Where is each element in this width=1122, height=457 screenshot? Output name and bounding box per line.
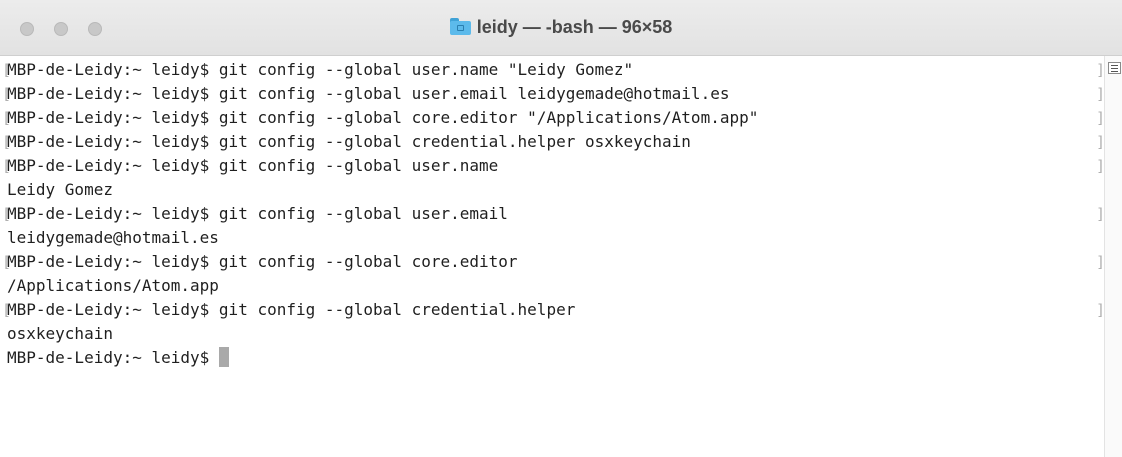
window-title: leidy — -bash — 96×58: [476, 17, 673, 37]
line-mark: [: [2, 157, 12, 175]
line-mark: [: [2, 85, 12, 103]
terminal-line: MBP-de-Leidy:~ leidy$ git config --globa…: [7, 60, 634, 79]
terminal-line: MBP-de-Leidy:~ leidy$ git config --globa…: [7, 108, 759, 127]
line-mark: [: [2, 205, 12, 223]
line-mark: [: [2, 61, 12, 79]
terminal-line: MBP-de-Leidy:~ leidy$ git config --globa…: [7, 132, 691, 151]
line-mark: [: [2, 109, 12, 127]
title-bar[interactable]: leidy — -bash — 96×58: [0, 0, 1122, 56]
terminal-line: MBP-de-Leidy:~ leidy$ git config --globa…: [7, 84, 730, 103]
terminal-prompt-line[interactable]: MBP-de-Leidy:~ leidy$: [7, 346, 229, 370]
marks-list-icon[interactable]: [1108, 62, 1121, 74]
line-mark: [: [2, 133, 12, 151]
home-folder-icon: [449, 17, 471, 35]
terminal-output-line: leidygemade@hotmail.es: [7, 228, 219, 247]
terminal-line: MBP-de-Leidy:~ leidy$ git config --globa…: [7, 156, 499, 175]
line-mark: [: [2, 253, 12, 271]
terminal-content[interactable]: MBP-de-Leidy:~ leidy$ git config --globa…: [0, 56, 1105, 457]
line-mark: [: [2, 301, 12, 319]
text-cursor: [218, 347, 229, 367]
terminal-line: MBP-de-Leidy:~ leidy$ git config --globa…: [7, 204, 508, 223]
window-title-area: leidy — -bash — 96×58: [0, 17, 1122, 41]
vertical-scrollbar[interactable]: [1104, 56, 1122, 457]
terminal-output-line: Leidy Gomez: [7, 180, 113, 199]
terminal-line: MBP-de-Leidy:~ leidy$ git config --globa…: [7, 300, 576, 319]
terminal-line: MBP-de-Leidy:~ leidy$ git config --globa…: [7, 252, 518, 271]
terminal-output-line: /Applications/Atom.app: [7, 276, 219, 295]
terminal-output-line: osxkeychain: [7, 324, 113, 343]
terminal-window: leidy — -bash — 96×58 MBP-de-Leidy:~ lei…: [0, 0, 1122, 457]
